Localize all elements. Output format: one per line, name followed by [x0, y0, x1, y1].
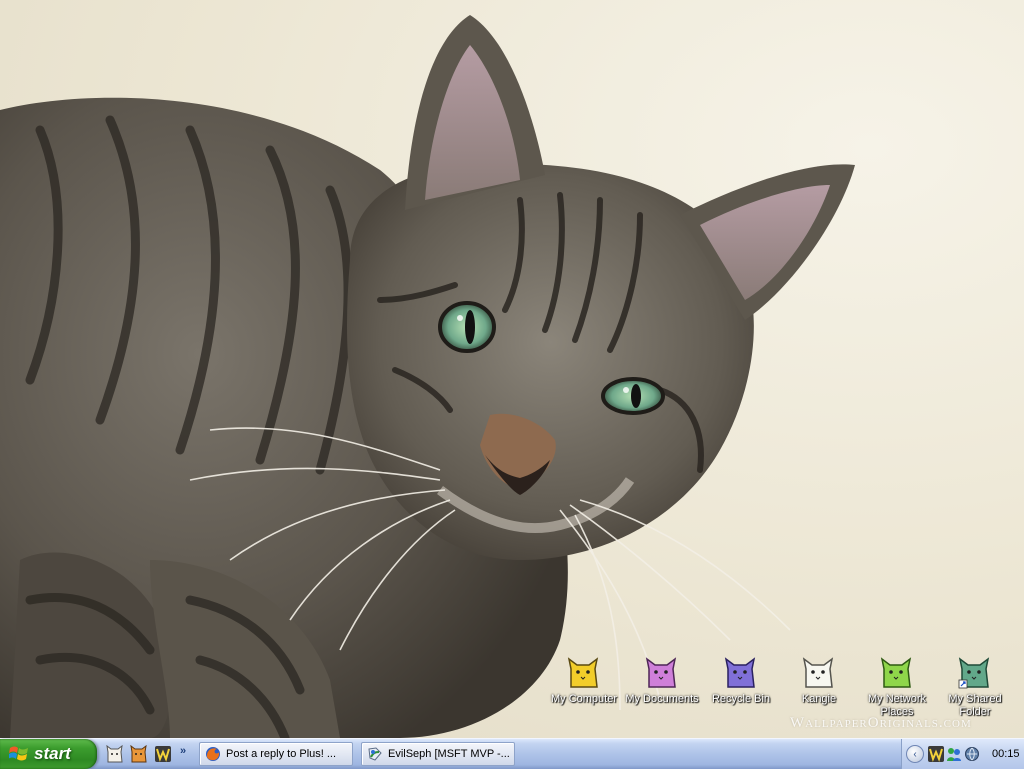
network-globe-icon[interactable] — [964, 746, 980, 762]
desktop-icon-label: Recycle Bin — [711, 693, 771, 705]
cat-icon — [958, 657, 990, 689]
task-button-label: EvilSeph [MSFT MVP -... — [388, 748, 510, 760]
cat-icon — [802, 657, 834, 688]
start-button[interactable]: start — [0, 739, 97, 769]
desktop-icon-my-documents[interactable]: My Documents — [623, 655, 701, 706]
quicklaunch-cat-white[interactable] — [104, 743, 126, 765]
windows-flag-icon — [9, 746, 28, 761]
task-button-messenger-plus[interactable]: EvilSeph [MSFT MVP -... — [361, 742, 515, 766]
start-label: start — [34, 744, 71, 763]
quicklaunch-more-button[interactable]: » — [176, 745, 190, 757]
desktop-icon-my-shared-folder[interactable]: My Shared Folder — [936, 655, 1014, 719]
cat-icon — [645, 657, 677, 688]
system-tray: ‹ 00:15 — [901, 739, 1024, 769]
desktop-icon-label: Kangie — [801, 693, 837, 705]
desktop-icon-grid: My Computer My Documents Recycle Bin Kan… — [545, 655, 1015, 725]
task-button-firefox[interactable]: Post a reply to Plus! ... — [199, 742, 353, 766]
quicklaunch-cat-orange[interactable] — [128, 743, 150, 765]
desktop-icon-label: My Documents — [625, 693, 699, 705]
messenger-buddy-icon[interactable] — [946, 746, 962, 762]
desktop-icon-kangie[interactable]: Kangie — [780, 655, 858, 706]
desktop-icon-recycle-bin[interactable]: Recycle Bin — [702, 655, 780, 706]
firefox-icon — [206, 747, 220, 761]
task-button-label: Post a reply to Plus! ... — [226, 748, 337, 760]
desktop-icon-label: My Computer — [550, 693, 618, 705]
desktop-icon-my-network-places[interactable]: My Network Places — [858, 655, 936, 719]
wallpaper-cat-photo — [0, 15, 855, 738]
taskbar[interactable]: start » Post a reply to Plus! ... EvilSe… — [0, 738, 1024, 769]
cat-icon — [567, 657, 599, 688]
winamp-icon[interactable] — [928, 746, 944, 762]
cat-icon — [130, 745, 147, 763]
desktop-icon-label: My Shared Folder — [948, 693, 1002, 718]
quicklaunch-winamp[interactable] — [152, 743, 174, 765]
quick-launch-bar: » — [104, 743, 190, 765]
messenger-plus-icon — [368, 747, 382, 761]
cat-icon — [880, 657, 912, 688]
cat-icon — [724, 657, 756, 688]
desktop-icon-label: My Network Places — [867, 693, 927, 718]
desktop[interactable]: WallpaperOriginals.com My Computer My Do… — [0, 0, 1024, 738]
winamp-icon — [155, 746, 171, 762]
taskbar-clock[interactable]: 00:15 — [992, 748, 1020, 760]
tray-collapse-button[interactable]: ‹ — [906, 745, 924, 763]
desktop-icon-my-computer[interactable]: My Computer — [545, 655, 623, 706]
cat-icon — [106, 745, 123, 763]
